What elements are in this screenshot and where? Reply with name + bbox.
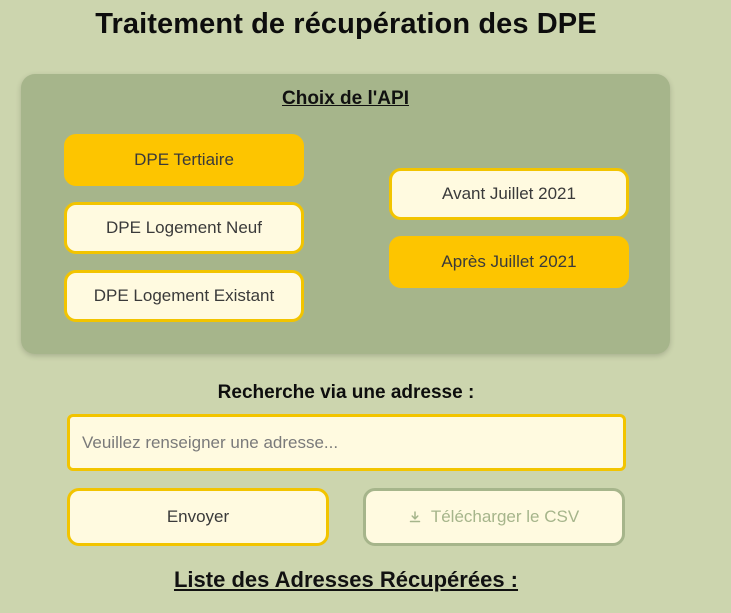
download-csv-button[interactable]: Télécharger le CSV	[363, 488, 625, 546]
download-icon	[409, 511, 421, 523]
address-search-input[interactable]	[67, 414, 626, 471]
apres-juillet-2021-button[interactable]: Après Juillet 2021	[389, 236, 629, 288]
api-choice-panel: Choix de l'API DPE Tertiaire DPE Logemen…	[21, 74, 670, 354]
address-list-title: Liste des Adresses Récupérées :	[173, 567, 519, 592]
address-search-label: Recherche via une adresse :	[217, 382, 475, 403]
dpe-logement-neuf-label: DPE Logement Neuf	[106, 218, 262, 237]
api-choice-title: Choix de l'API	[282, 88, 409, 109]
apres-juillet-2021-label: Après Juillet 2021	[441, 252, 577, 271]
dpe-logement-neuf-button[interactable]: DPE Logement Neuf	[64, 202, 304, 254]
send-button-label: Envoyer	[166, 507, 230, 526]
dpe-tertiaire-label: DPE Tertiaire	[134, 150, 234, 169]
send-button[interactable]: Envoyer	[67, 488, 329, 546]
dpe-logement-existant-label: DPE Logement Existant	[93, 286, 275, 305]
avant-juillet-2021-label: Avant Juillet 2021	[442, 184, 576, 203]
page-title: Traitement de récupération des DPE	[95, 8, 597, 40]
download-csv-label: Télécharger le CSV	[430, 507, 580, 526]
dpe-logement-existant-button[interactable]: DPE Logement Existant	[64, 270, 304, 322]
dpe-tertiaire-button[interactable]: DPE Tertiaire	[64, 134, 304, 186]
avant-juillet-2021-button[interactable]: Avant Juillet 2021	[389, 168, 629, 220]
